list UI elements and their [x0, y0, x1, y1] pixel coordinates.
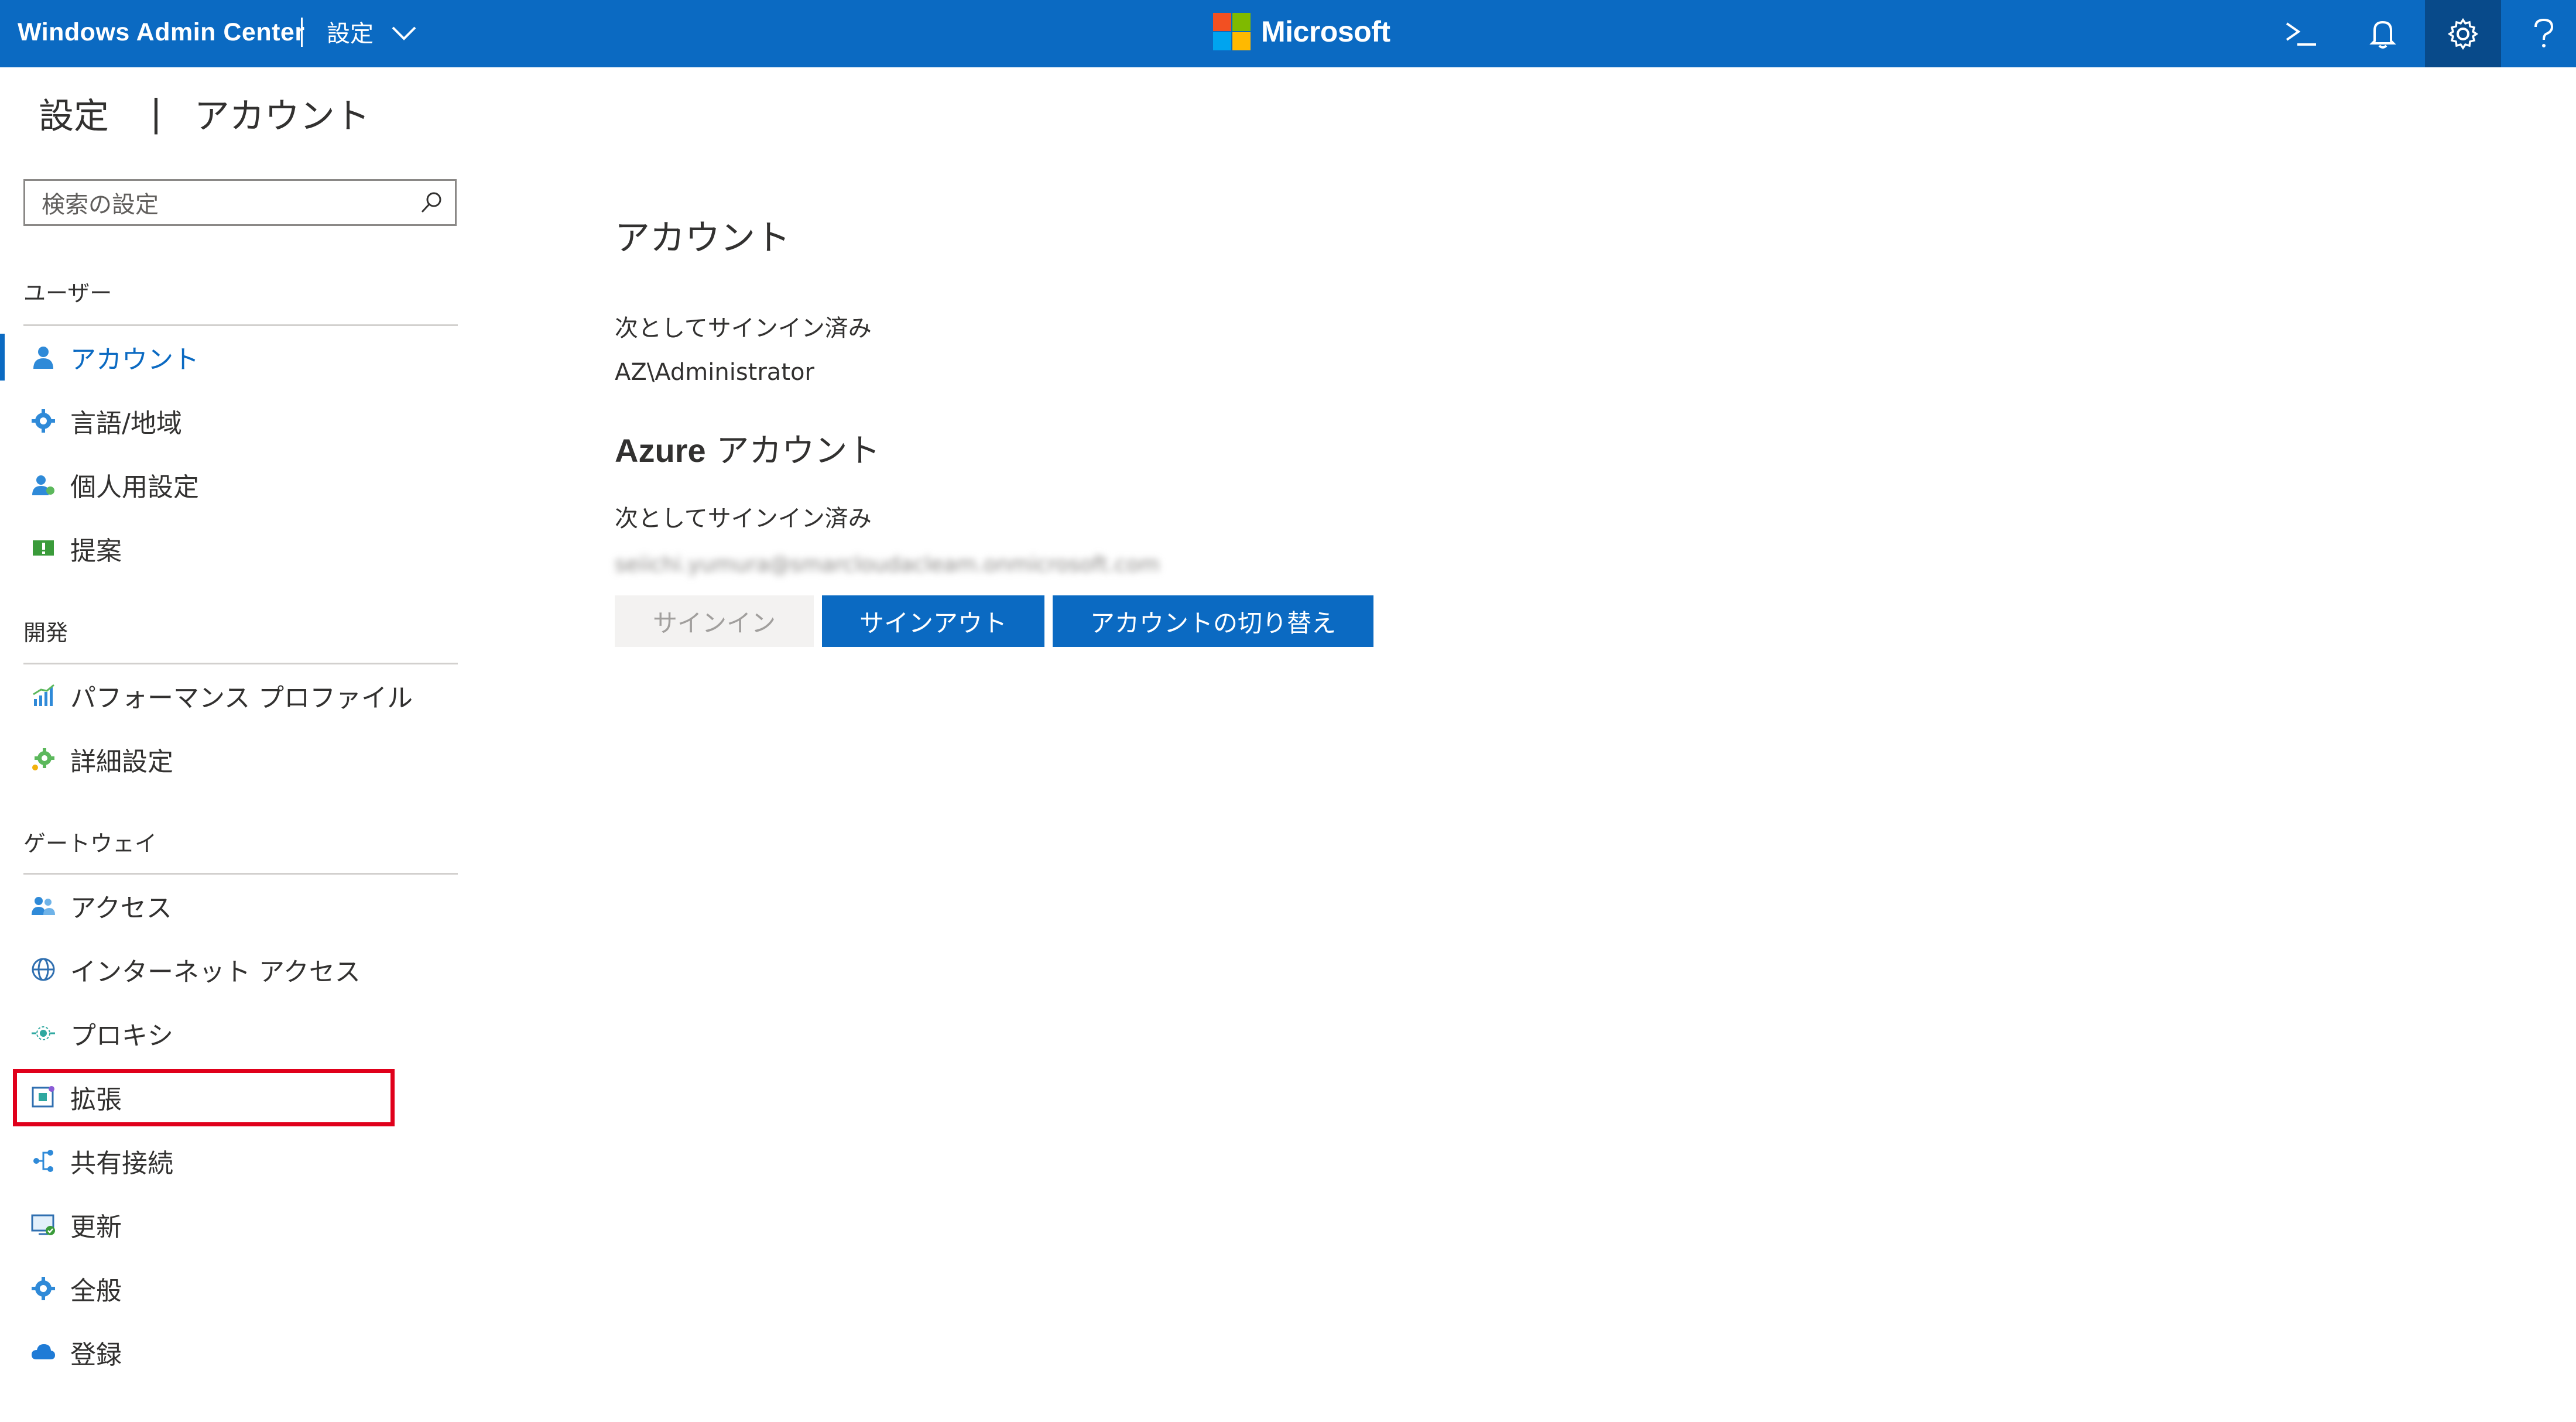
switch-account-button[interactable]: アカウントの切り替え — [1053, 595, 1373, 647]
sidebar-item-account[interactable]: アカウント — [0, 328, 457, 386]
sidebar-item-suggestions[interactable]: 提案 — [23, 519, 457, 578]
page-title-settings: 設定 — [39, 96, 109, 137]
signin-button[interactable]: サインイン — [615, 595, 814, 647]
settings-search-input[interactable]: 検索の設定 — [23, 179, 457, 226]
title-divider — [301, 18, 303, 47]
microsoft-brand-text: Microsoft — [1261, 15, 1390, 48]
sidebar-item-label: 提案 — [70, 536, 122, 566]
microsoft-logo: Microsoft — [1213, 13, 1390, 50]
sidebar-item-label: 共有接続 — [70, 1149, 173, 1178]
microsoft-logo-icon — [1213, 13, 1251, 50]
breadcrumb-menu[interactable]: 設定 — [327, 0, 417, 67]
azure-email-blurred: seiichi.yumura@smarcloudacleam.onmicroso… — [615, 553, 1160, 577]
sidebar-item-label: 個人用設定 — [70, 472, 199, 502]
sidebar-item-advanced[interactable]: 詳細設定 — [23, 730, 457, 789]
sidebar-item-shared-connections[interactable]: 共有接続 — [23, 1132, 457, 1190]
top-bar: Windows Admin Center 設定 Microsoft — [0, 0, 2576, 67]
sidebar-item-updates[interactable]: 更新 — [23, 1195, 457, 1254]
advanced-gear-icon — [29, 745, 57, 773]
section-divider — [23, 873, 458, 875]
share-icon — [29, 1147, 57, 1175]
update-icon — [29, 1211, 57, 1239]
page-title-separator: | — [150, 92, 162, 135]
cloud-icon — [29, 1338, 57, 1366]
gear-icon — [29, 407, 57, 435]
signout-button[interactable]: サインアウト — [822, 595, 1044, 647]
page-title-account: アカウント — [194, 96, 370, 137]
section-divider — [23, 663, 458, 664]
globe-icon — [29, 955, 57, 984]
sidebar-item-language-region[interactable]: 言語/地域 — [23, 392, 457, 450]
sidebar-item-performance-profile[interactable]: パフォーマンス プロファイル — [23, 666, 457, 725]
azure-heading-bold: Azure — [615, 432, 706, 469]
section-users: ユーザー — [23, 280, 112, 306]
gear-icon[interactable] — [2425, 0, 2501, 67]
breadcrumb-label: 設定 — [327, 20, 374, 47]
sidebar-item-label: アカウント — [70, 345, 199, 375]
chevron-down-icon — [391, 2, 417, 66]
sidebar-item-internet-access[interactable]: インターネット アクセス — [23, 940, 457, 999]
sidebar-item-label: インターネット アクセス — [70, 957, 361, 987]
gear-icon — [29, 1274, 57, 1303]
help-icon[interactable] — [2506, 0, 2576, 67]
sidebar-item-label: 言語/地域 — [70, 409, 182, 438]
bell-icon[interactable] — [2345, 0, 2421, 67]
sidebar-item-label: プロキシ — [70, 1021, 173, 1051]
sidebar-item-label: 更新 — [70, 1212, 122, 1242]
signed-in-label: 次としてサインイン済み — [615, 315, 872, 342]
proxy-icon — [29, 1019, 57, 1047]
personalize-icon — [29, 471, 57, 499]
sidebar-item-personalization[interactable]: 個人用設定 — [23, 455, 457, 514]
sidebar-item-general[interactable]: 全般 — [23, 1259, 457, 1318]
sidebar-item-label: アクセス — [70, 893, 172, 923]
account-heading: アカウント — [615, 218, 790, 259]
azure-account-heading: Azure アカウント — [615, 424, 880, 472]
highlight-box — [13, 1069, 395, 1126]
sidebar-item-label: 全般 — [70, 1276, 122, 1306]
section-gateway: ゲートウェイ — [23, 831, 157, 856]
section-development: 開発 — [23, 620, 68, 646]
azure-signed-in-label: 次としてサインイン済み — [615, 505, 872, 532]
person-icon — [29, 343, 57, 371]
powershell-icon[interactable] — [2263, 0, 2339, 67]
search-icon[interactable] — [408, 179, 455, 226]
sidebar-item-label: 詳細設定 — [70, 747, 173, 777]
sidebar-item-proxy[interactable]: プロキシ — [23, 1004, 457, 1063]
signed-in-user: AZ\Administrator — [615, 359, 814, 386]
feedback-icon — [29, 534, 57, 563]
sidebar-item-access[interactable]: アクセス — [23, 876, 457, 935]
people-icon — [29, 892, 57, 920]
sidebar-item-label: 登録 — [70, 1340, 122, 1370]
sidebar-item-registration[interactable]: 登録 — [23, 1323, 457, 1382]
sidebar-item-label: パフォーマンス プロファイル — [70, 683, 413, 713]
app-title[interactable]: Windows Admin Center — [18, 0, 305, 67]
azure-heading-rest: アカウント — [705, 432, 881, 470]
chart-icon — [29, 681, 57, 710]
search-placeholder: 検索の設定 — [42, 191, 159, 218]
section-divider — [23, 324, 458, 326]
page-title: 設定 | アカウント — [39, 88, 370, 139]
